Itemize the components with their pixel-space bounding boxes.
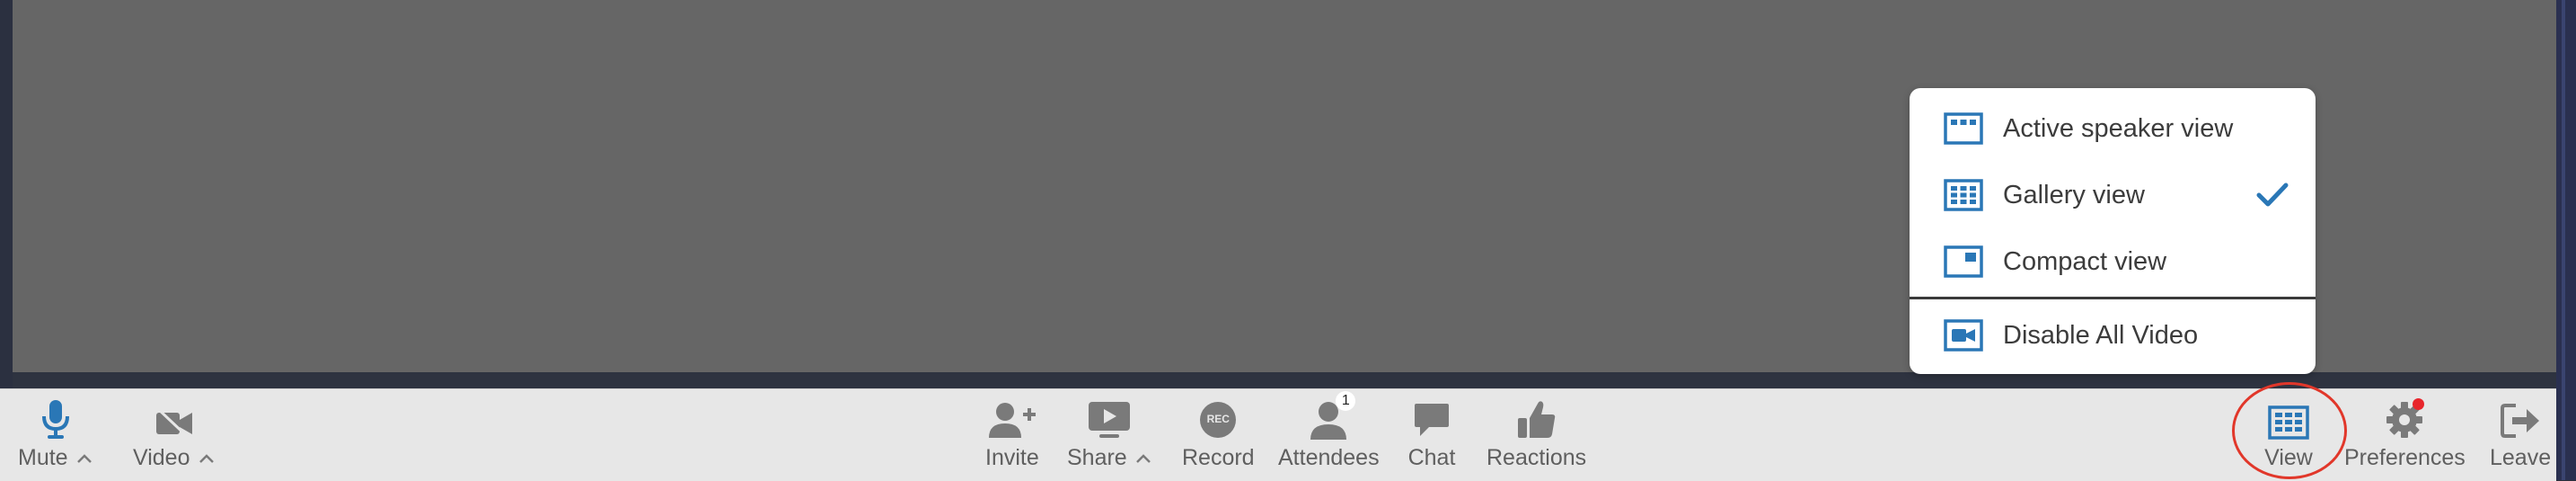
view-button[interactable]: View bbox=[2263, 389, 2314, 481]
video-button[interactable]: Video bbox=[133, 389, 216, 481]
thumbs-up-icon bbox=[1512, 389, 1562, 440]
record-icon-text: REC bbox=[1206, 413, 1230, 425]
reactions-label: Reactions bbox=[1486, 445, 1587, 470]
share-label: Share bbox=[1067, 445, 1127, 470]
view-label: View bbox=[2264, 445, 2313, 470]
chat-bubble-icon bbox=[1407, 389, 1457, 440]
leave-button[interactable]: Leave bbox=[2490, 389, 2551, 481]
attendees-count-badge: 1 bbox=[1336, 391, 1356, 411]
record-button[interactable]: REC Record bbox=[1182, 389, 1255, 481]
window-frame-left bbox=[0, 0, 13, 388]
invite-button[interactable]: Invite bbox=[985, 389, 1039, 481]
record-label: Record bbox=[1182, 445, 1255, 470]
menu-item-compact-view[interactable]: Compact view bbox=[1910, 228, 2316, 295]
chat-label: Chat bbox=[1407, 445, 1456, 470]
menu-item-disable-all-video[interactable]: Disable All Video bbox=[1910, 302, 2316, 369]
chat-button[interactable]: Chat bbox=[1407, 389, 1457, 481]
menu-item-gallery-view[interactable]: Gallery view bbox=[1910, 162, 2316, 228]
video-camera-icon bbox=[1944, 318, 1983, 352]
invite-label: Invite bbox=[985, 445, 1039, 470]
chevron-up-icon[interactable] bbox=[198, 450, 216, 468]
checkmark-icon bbox=[2256, 182, 2289, 213]
menu-item-label: Disable All Video bbox=[2003, 320, 2199, 350]
record-icon: REC bbox=[1193, 389, 1243, 440]
share-screen-icon bbox=[1084, 389, 1134, 440]
video-off-icon bbox=[149, 389, 199, 440]
gear-icon bbox=[2379, 389, 2430, 440]
menu-item-label: Compact view bbox=[2003, 246, 2167, 276]
chevron-up-icon[interactable] bbox=[75, 450, 93, 468]
leave-label: Leave bbox=[2490, 445, 2552, 470]
reactions-button[interactable]: Reactions bbox=[1486, 389, 1586, 481]
meeting-toolbar: Mute Video Invite Share REC Record 1 Att… bbox=[0, 388, 2556, 481]
chevron-up-icon[interactable] bbox=[1134, 450, 1152, 468]
stage-divider bbox=[13, 372, 2556, 388]
menu-item-label: Active speaker view bbox=[2003, 113, 2234, 143]
gallery-grid-icon bbox=[1944, 178, 1983, 212]
video-label: Video bbox=[133, 445, 190, 470]
microphone-icon bbox=[31, 389, 81, 440]
menu-item-label: Gallery view bbox=[2003, 180, 2145, 209]
attendees-button[interactable]: 1 Attendees bbox=[1278, 389, 1380, 481]
attendees-label: Attendees bbox=[1278, 445, 1380, 470]
preferences-button[interactable]: Preferences bbox=[2344, 389, 2466, 481]
add-person-icon bbox=[987, 389, 1037, 440]
gallery-grid-icon bbox=[2263, 389, 2314, 440]
person-icon: 1 bbox=[1303, 389, 1356, 440]
compact-view-icon bbox=[1944, 245, 1983, 279]
preferences-label: Preferences bbox=[2344, 445, 2466, 470]
share-button[interactable]: Share bbox=[1067, 389, 1152, 481]
exit-icon bbox=[2495, 389, 2545, 440]
menu-divider bbox=[1910, 297, 2316, 299]
mute-label: Mute bbox=[18, 445, 68, 470]
view-menu: Active speaker view Gallery view Compact… bbox=[1910, 88, 2316, 374]
active-speaker-icon bbox=[1944, 111, 1983, 146]
menu-item-active-speaker-view[interactable]: Active speaker view bbox=[1910, 95, 2316, 162]
mute-button[interactable]: Mute bbox=[18, 389, 93, 481]
window-frame-right bbox=[2556, 0, 2576, 480]
